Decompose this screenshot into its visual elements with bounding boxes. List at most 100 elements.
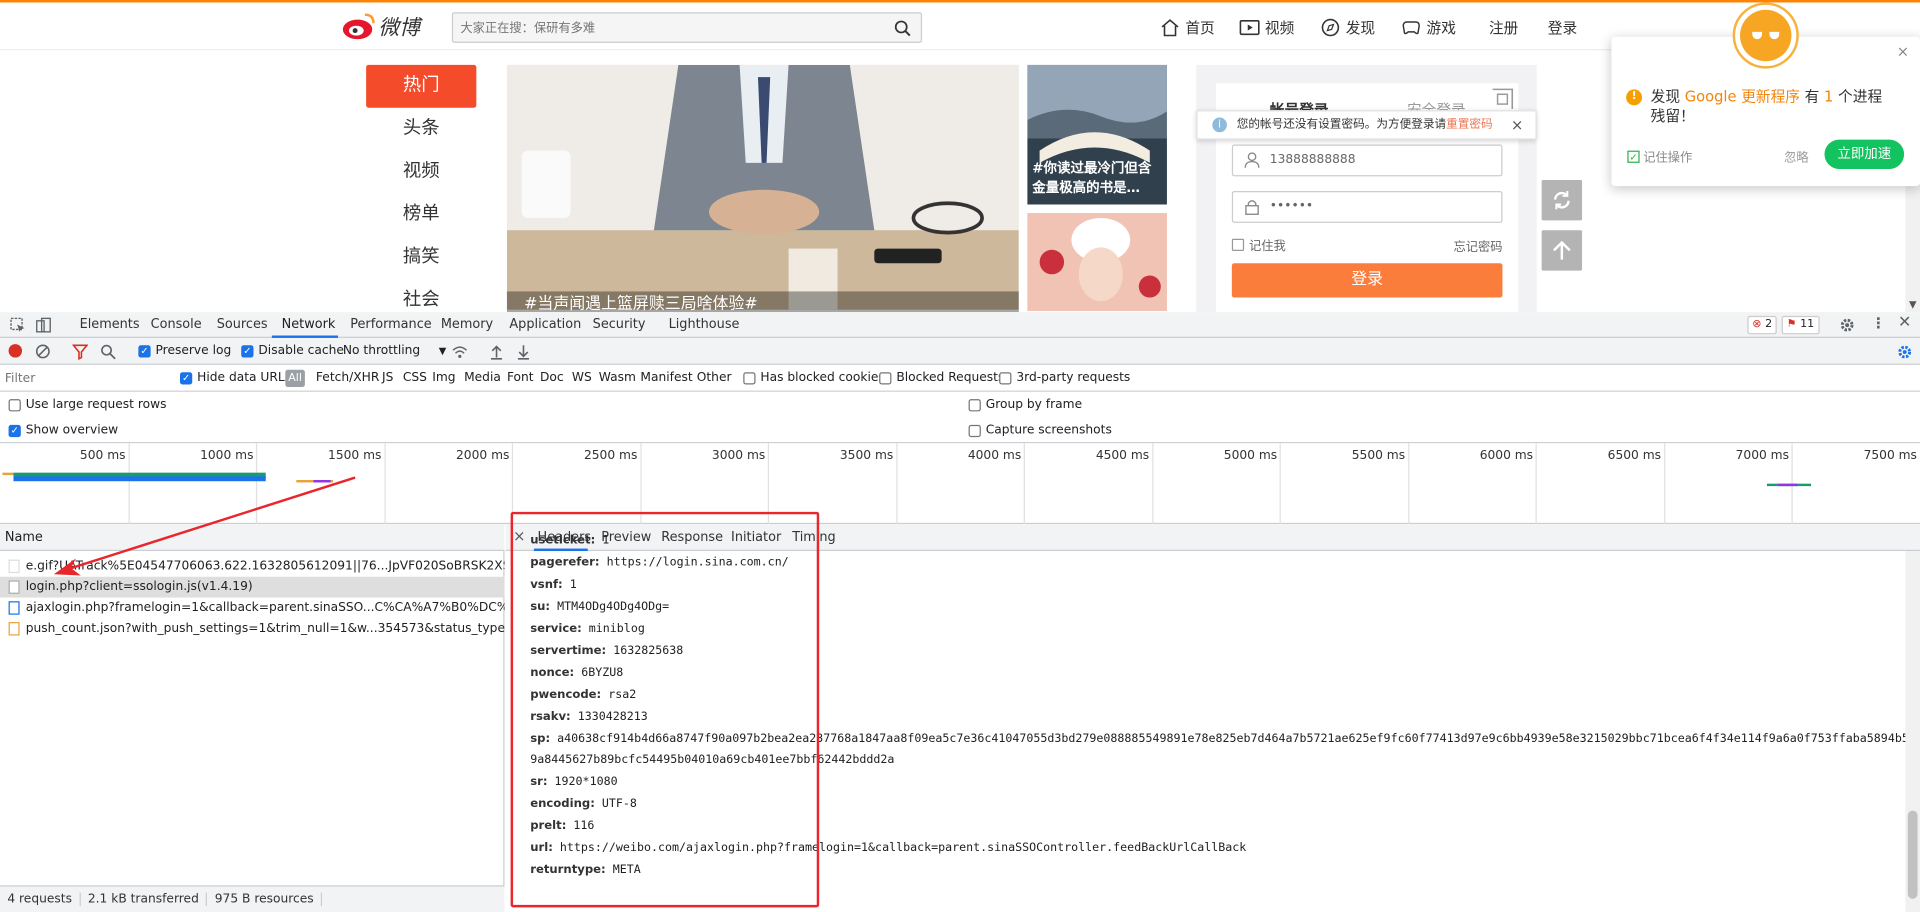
filter-type[interactable]: Wasm bbox=[599, 371, 636, 384]
filter-type[interactable]: Doc bbox=[540, 371, 564, 384]
search-box[interactable] bbox=[451, 12, 923, 43]
search-input[interactable] bbox=[453, 14, 870, 43]
accelerate-button[interactable]: 立即加速 bbox=[1824, 139, 1905, 169]
record-icon[interactable] bbox=[8, 344, 23, 358]
qr-code-icon[interactable] bbox=[1490, 87, 1514, 111]
third-party-checkbox[interactable]: 3rd-party requests bbox=[999, 371, 1130, 384]
password-field[interactable]: •••••• bbox=[1231, 191, 1503, 223]
more-options-icon[interactable]: ⋮ bbox=[1871, 315, 1886, 332]
filter-type[interactable]: Manifest bbox=[640, 371, 692, 384]
large-rows-checkbox[interactable]: Use large request rows bbox=[8, 398, 167, 411]
close-icon[interactable]: × bbox=[1897, 43, 1909, 60]
capture-screenshots-checkbox[interactable]: Capture screenshots bbox=[968, 424, 1112, 437]
filter-type[interactable]: Img bbox=[432, 371, 455, 384]
channel-item[interactable]: 榜单 bbox=[366, 193, 476, 236]
checkbox-checked[interactable]: ✓ bbox=[241, 344, 254, 357]
network-overview-timeline[interactable]: 500 ms 1000 ms 1500 ms 2000 ms 2500 ms 3000 m… bbox=[0, 443, 1920, 525]
device-toolbar-icon[interactable] bbox=[36, 317, 52, 333]
checkbox-box[interactable] bbox=[968, 424, 981, 437]
tab-network[interactable]: Network bbox=[282, 317, 336, 332]
channel-item[interactable]: 视频 bbox=[366, 151, 476, 194]
checkbox-box[interactable] bbox=[8, 398, 21, 411]
tab-performance[interactable]: Performance bbox=[350, 317, 431, 332]
close-devtools-icon[interactable]: ✕ bbox=[1898, 313, 1911, 331]
tab-sources[interactable]: Sources bbox=[217, 317, 268, 332]
request-row[interactable]: push_count.json?with_push_settings=1&tri… bbox=[0, 618, 504, 639]
detail-scrollbar[interactable] bbox=[1905, 551, 1920, 912]
nav-home[interactable]: 首页 bbox=[1160, 17, 1215, 38]
reset-password-link[interactable]: 重置密码 bbox=[1446, 118, 1493, 131]
checkbox-checked[interactable]: ✓ bbox=[138, 344, 151, 357]
hide-data-urls-checkbox[interactable]: ✓ Hide data URLs bbox=[180, 371, 291, 384]
remember-action-checkbox[interactable]: ✓ 记住操作 bbox=[1627, 147, 1692, 165]
filter-type[interactable]: Fetch/XHR bbox=[316, 371, 379, 384]
network-settings-icon[interactable] bbox=[1897, 344, 1913, 360]
filter-input[interactable] bbox=[4, 368, 167, 389]
filter-type[interactable]: WS bbox=[572, 371, 592, 384]
banner-image[interactable] bbox=[506, 64, 1019, 310]
checkbox-box[interactable] bbox=[743, 371, 756, 384]
nav-register[interactable]: 注册 bbox=[1489, 17, 1518, 38]
nav-video[interactable]: 视频 bbox=[1239, 17, 1294, 38]
issues-count-badge[interactable]: ⚑ 11 bbox=[1781, 315, 1820, 335]
clear-icon[interactable] bbox=[35, 344, 52, 360]
nav-discover[interactable]: 发现 bbox=[1320, 17, 1375, 38]
group-by-frame-checkbox[interactable]: Group by frame bbox=[968, 398, 1082, 411]
weibo-logo-text[interactable]: 微博 bbox=[378, 10, 420, 40]
checkbox-box[interactable] bbox=[1231, 238, 1245, 251]
close-icon[interactable]: × bbox=[1511, 111, 1523, 138]
has-blocked-cookies-checkbox[interactable]: Has blocked cookies bbox=[743, 371, 885, 384]
export-har-icon[interactable] bbox=[516, 344, 532, 360]
tab-memory[interactable]: Memory bbox=[441, 317, 493, 332]
filter-type[interactable]: Other bbox=[697, 371, 732, 384]
request-row[interactable]: ajaxlogin.php?framelogin=1&callback=pare… bbox=[0, 598, 504, 619]
search-icon[interactable] bbox=[100, 344, 116, 360]
tab-lighthouse[interactable]: Lighthouse bbox=[669, 317, 740, 332]
checkbox-checked[interactable]: ✓ bbox=[8, 424, 21, 437]
filter-type[interactable]: Media bbox=[464, 371, 501, 384]
channel-item[interactable]: 头条 bbox=[366, 108, 476, 151]
request-row[interactable]: e.gif?UATrack%5E04547706063.622.16328056… bbox=[0, 556, 504, 577]
username-field[interactable]: 13888888888 bbox=[1231, 144, 1503, 177]
tab-elements[interactable]: Elements bbox=[80, 317, 140, 332]
throttling-select[interactable]: No throttling ▼ bbox=[343, 344, 446, 357]
inspect-element-icon[interactable] bbox=[10, 317, 26, 333]
tab-application[interactable]: Application bbox=[509, 317, 581, 332]
preserve-log-checkbox[interactable]: ✓ Preserve log bbox=[138, 344, 231, 358]
import-har-icon[interactable] bbox=[489, 344, 505, 360]
remember-me-checkbox[interactable]: 记住我 bbox=[1231, 235, 1286, 253]
channel-item[interactable]: 热门 bbox=[366, 64, 477, 108]
disable-cache-checkbox[interactable]: ✓ Disable cache bbox=[241, 344, 344, 358]
network-conditions-icon[interactable] bbox=[452, 344, 468, 360]
filter-type-all[interactable]: All bbox=[285, 369, 305, 387]
filter-type[interactable]: Font bbox=[507, 371, 534, 384]
forgot-password-link[interactable]: 忘记密码 bbox=[1453, 236, 1502, 254]
filter-funnel-icon[interactable] bbox=[72, 344, 89, 361]
tab-security[interactable]: Security bbox=[593, 317, 646, 332]
settings-gear-icon[interactable] bbox=[1839, 317, 1855, 333]
checkbox-checked[interactable]: ✓ bbox=[180, 371, 193, 384]
error-count-badge[interactable]: ⊗ 2 bbox=[1747, 315, 1778, 335]
show-overview-checkbox[interactable]: ✓ Show overview bbox=[8, 424, 118, 437]
checkbox-box[interactable] bbox=[999, 371, 1012, 384]
banner-caption[interactable]: #当声闻遇上篮屏赎三局啥体验# bbox=[506, 291, 1019, 313]
ignore-button[interactable]: 忽略 bbox=[1784, 147, 1808, 165]
search-icon[interactable] bbox=[894, 20, 911, 37]
login-submit-button[interactable]: 登录 bbox=[1231, 263, 1503, 298]
thumbnail-caption[interactable]: #你读过最冷门但含金量极高的书是… bbox=[1032, 159, 1164, 198]
check-icon[interactable]: ✓ bbox=[1627, 150, 1640, 163]
thumbnail-skincare[interactable] bbox=[1027, 213, 1167, 312]
filter-type[interactable]: CSS bbox=[403, 371, 427, 384]
name-column-header[interactable]: Name bbox=[0, 524, 505, 552]
checkbox-box[interactable] bbox=[879, 371, 892, 384]
nav-games[interactable]: 游戏 bbox=[1401, 17, 1456, 38]
blocked-requests-checkbox[interactable]: Blocked Requests bbox=[879, 371, 1004, 384]
filter-type[interactable]: JS bbox=[382, 371, 393, 384]
scroll-down-icon[interactable]: ▼ bbox=[1909, 299, 1917, 310]
refresh-button[interactable] bbox=[1541, 180, 1583, 221]
channel-item[interactable]: 搞笑 bbox=[366, 236, 476, 279]
nav-login[interactable]: 登录 bbox=[1548, 17, 1577, 38]
scrollbar-thumb[interactable] bbox=[1907, 810, 1918, 899]
back-to-top-button[interactable] bbox=[1541, 230, 1583, 271]
checkbox-box[interactable] bbox=[968, 398, 981, 411]
